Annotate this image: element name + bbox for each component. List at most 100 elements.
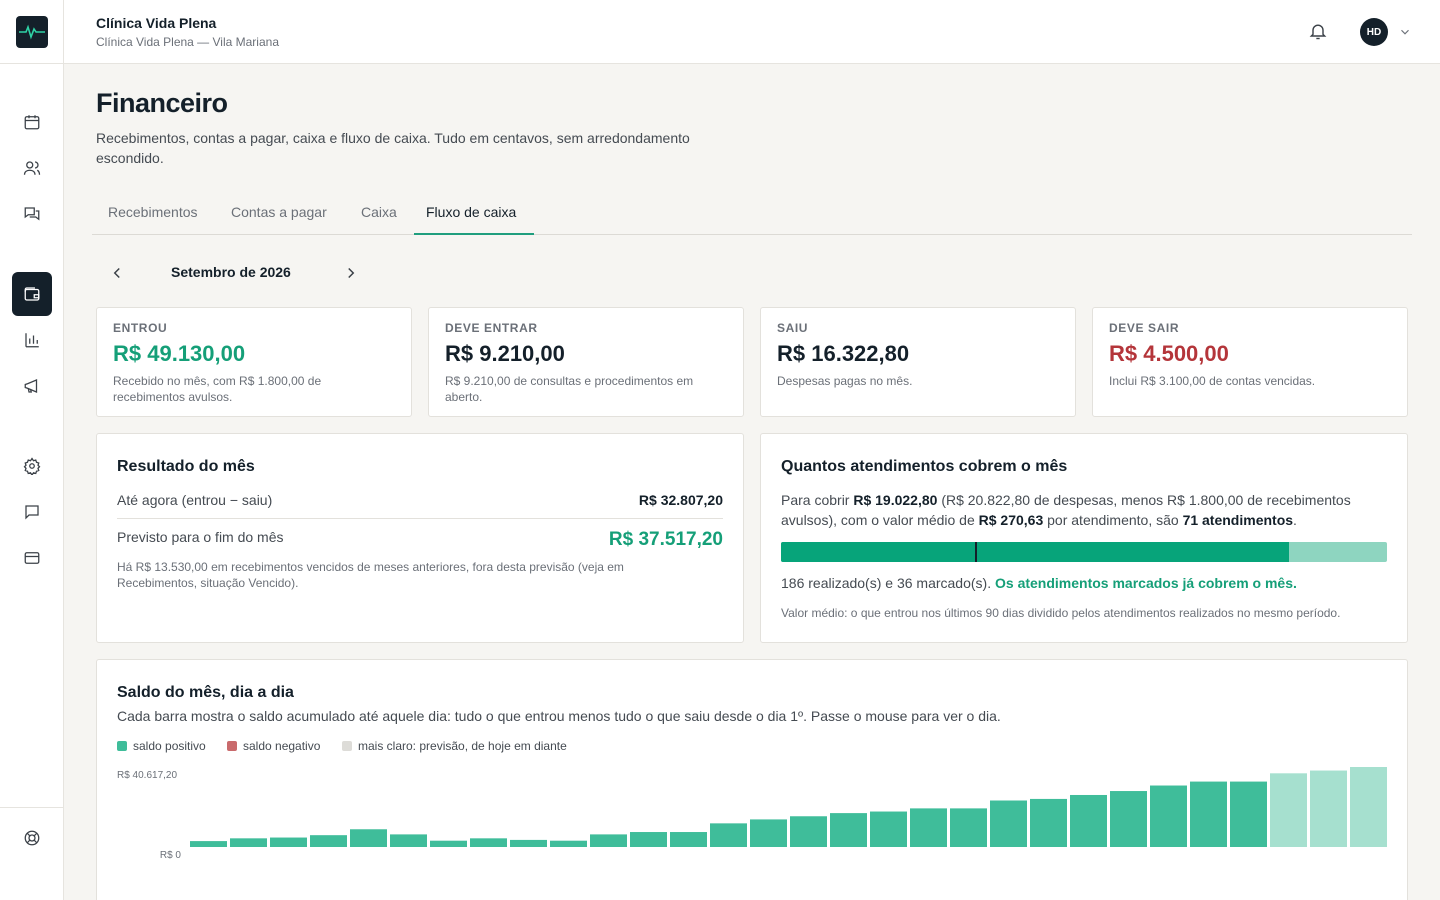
saldo-subtitle: Cada barra mostra o saldo acumulado até … <box>117 708 1001 724</box>
saldo-bar-day-18[interactable] <box>870 811 907 847</box>
result-forecast-label: Previsto para o fim do mês <box>117 529 284 545</box>
sidebar-item-mensagens[interactable] <box>12 194 52 234</box>
saldo-bar-day-8[interactable] <box>470 838 507 847</box>
bell-icon <box>1309 24 1327 40</box>
clinic-name: Clínica Vida Plena <box>96 15 217 31</box>
chart-bars <box>190 767 1387 847</box>
coverage-card: Quantos atendimentos cobrem o mês Para c… <box>760 433 1408 643</box>
sidebar-item-campanhas[interactable] <box>12 366 52 406</box>
saldo-bar-day-29[interactable] <box>1310 770 1347 847</box>
saldo-bar-day-7[interactable] <box>430 840 467 847</box>
financeiro-tabs: Recebimentos Contas a pagar Caixa Fluxo … <box>92 190 1412 235</box>
saldo-bar-day-30[interactable] <box>1350 767 1387 847</box>
coverage-needed: 71 atendimentos <box>1182 512 1294 528</box>
stat-note: Inclui R$ 3.100,00 de contas vencidas. <box>1109 374 1316 388</box>
coverage-progress-bar <box>781 542 1387 562</box>
saldo-bar-day-15[interactable] <box>750 819 787 847</box>
y-tick-label-max: R$ 40.617,20 <box>117 770 177 781</box>
divider <box>117 518 723 519</box>
saldo-bar-day-1[interactable] <box>190 841 227 847</box>
sidebar-item-pagamentos[interactable] <box>12 538 52 578</box>
saldo-bar-day-27[interactable] <box>1230 781 1267 847</box>
saldo-bar-day-5[interactable] <box>350 829 387 847</box>
saldo-bar-day-26[interactable] <box>1190 781 1227 847</box>
credit-card-icon <box>24 552 40 564</box>
sidebar <box>0 0 64 900</box>
tab-caixa[interactable]: Caixa <box>349 190 409 235</box>
saldo-bar-day-12[interactable] <box>630 832 667 847</box>
saldo-bar-day-4[interactable] <box>310 835 347 847</box>
previous-month-button[interactable] <box>108 264 126 282</box>
saldo-bar-day-9[interactable] <box>510 839 547 847</box>
saldo-bar-day-10[interactable] <box>550 840 587 847</box>
next-month-button[interactable] <box>342 264 360 282</box>
saldo-bar-day-21[interactable] <box>990 800 1027 847</box>
saldo-bar-day-28[interactable] <box>1270 773 1307 847</box>
sidebar-item-relatorios[interactable] <box>12 320 52 360</box>
saldo-bar-day-14[interactable] <box>710 823 747 847</box>
stat-note: Recebido no mês, com R$ 1.800,00 de rece… <box>113 374 322 404</box>
tab-recebimentos[interactable]: Recebimentos <box>96 190 210 235</box>
saldo-bar-day-16[interactable] <box>790 816 827 847</box>
page-subtitle: Recebimentos, contas a pagar, caixa e fl… <box>96 130 690 166</box>
users-icon <box>23 161 41 175</box>
stat-label: Deve sair <box>1109 321 1180 335</box>
sidebar-item-agenda[interactable] <box>12 102 52 142</box>
saldo-bar-day-3[interactable] <box>270 837 307 847</box>
top-bar: Clínica Vida Plena Clínica Vida Plena — … <box>64 0 1440 64</box>
legend-swatch <box>227 741 237 751</box>
saldo-bar-day-11[interactable] <box>590 834 627 847</box>
month-label: Setembro de 2026 <box>171 264 291 280</box>
megaphone-icon <box>24 379 38 393</box>
sidebar-item-configuracoes[interactable] <box>12 446 52 486</box>
stat-label: Deve entrar <box>445 321 538 335</box>
coverage-footnote: Valor médio: o que entrou nos últimos 90… <box>781 606 1341 620</box>
coverage-explanation: Para cobrir R$ 19.022,80 (R$ 20.822,80 d… <box>781 492 1351 528</box>
saldo-bar-day-25[interactable] <box>1150 785 1187 847</box>
sidebar-item-chat[interactable] <box>12 492 52 532</box>
stat-value: R$ 4.500,00 <box>1109 341 1229 366</box>
stat-card-entrou: Entrou R$ 49.130,00 Recebido no mês, com… <box>96 307 412 417</box>
coverage-ok-message: Os atendimentos marcados já cobrem o mês… <box>995 575 1297 591</box>
legend-positive: saldo positivo <box>117 739 206 753</box>
stat-value: R$ 49.130,00 <box>113 341 246 366</box>
result-card: Resultado do mês Até agora (entrou − sai… <box>96 433 744 643</box>
saldo-bar-day-19[interactable] <box>910 808 947 847</box>
saldo-bar-day-17[interactable] <box>830 813 867 847</box>
notifications-button[interactable] <box>1308 21 1328 41</box>
user-avatar[interactable]: HD <box>1360 18 1388 46</box>
saldo-bar-day-13[interactable] <box>670 832 707 847</box>
saldo-bar-day-23[interactable] <box>1070 794 1107 847</box>
page-title: Financeiro <box>96 88 228 118</box>
sidebar-item-pacientes[interactable] <box>12 148 52 188</box>
stat-card-saiu: Saiu R$ 16.322,80 Despesas pagas no mês. <box>760 307 1076 417</box>
saldo-bar-day-6[interactable] <box>390 834 427 847</box>
saldo-bar-day-20[interactable] <box>950 808 987 847</box>
stat-label: Entrou <box>113 321 168 335</box>
saldo-bar-day-22[interactable] <box>1030 798 1067 847</box>
stat-note: Despesas pagas no mês. <box>777 374 913 388</box>
sidebar-item-ajuda[interactable] <box>12 818 52 858</box>
saldo-card: Saldo do mês, dia a dia Cada barra mostr… <box>96 659 1408 900</box>
coverage-realized-fill <box>781 542 1289 562</box>
saldo-bar-day-24[interactable] <box>1110 791 1147 847</box>
legend-swatch <box>117 741 127 751</box>
user-menu-button[interactable] <box>1398 25 1412 39</box>
gear-icon <box>23 457 41 475</box>
saldo-bar-day-2[interactable] <box>230 838 267 847</box>
legend-swatch <box>342 741 352 751</box>
chevron-left-icon <box>113 267 120 279</box>
calendar-icon <box>24 115 40 130</box>
messages-icon <box>24 207 40 221</box>
sidebar-divider <box>0 807 64 808</box>
stat-card-deve-sair: Deve sair R$ 4.500,00 Inclui R$ 3.100,00… <box>1092 307 1408 417</box>
card-title: Resultado do mês <box>117 458 255 475</box>
sidebar-item-financeiro[interactable] <box>12 272 52 316</box>
stat-card-deve-entrar: Deve entrar R$ 9.210,00 R$ 9.210,00 de c… <box>428 307 744 417</box>
tab-fluxo-de-caixa[interactable]: Fluxo de caixa <box>414 190 534 235</box>
app-logo[interactable] <box>16 16 48 48</box>
coverage-result: 186 realizado(s) e 36 marcado(s). Os ate… <box>781 575 1297 591</box>
tab-contas-a-pagar[interactable]: Contas a pagar <box>219 190 339 235</box>
legend-negative: saldo negativo <box>227 739 320 753</box>
saldo-bar-chart: R$ 40.617,20 R$ 0 <box>117 767 1387 861</box>
